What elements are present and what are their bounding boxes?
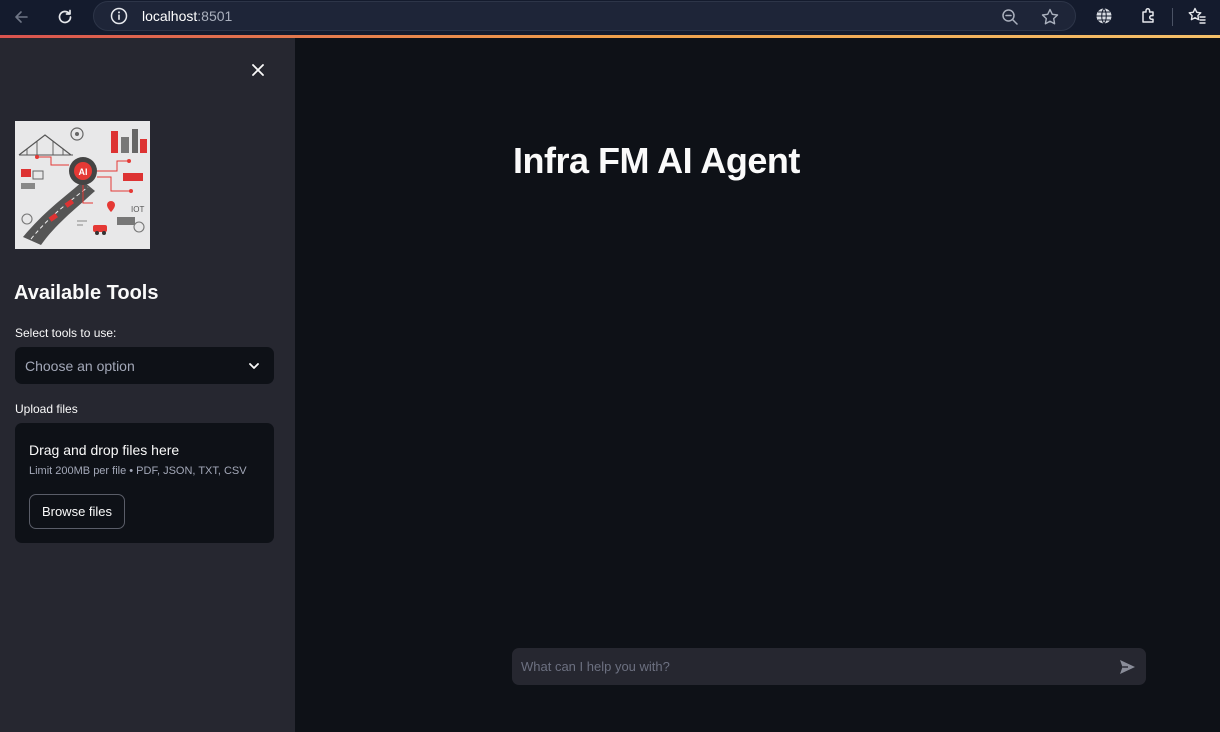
favorites-icon[interactable] [1187, 6, 1207, 26]
back-arrow-icon [15, 11, 28, 23]
upload-label: Upload files [15, 402, 78, 416]
extensions-icon[interactable] [1138, 6, 1158, 26]
reload-button[interactable] [51, 4, 79, 30]
app-logo: AI IOT [15, 121, 150, 249]
tools-select-label: Select tools to use: [15, 326, 117, 340]
close-sidebar-icon[interactable] [248, 60, 268, 80]
reload-icon [58, 9, 72, 24]
tools-select-placeholder: Choose an option [25, 357, 135, 374]
star-icon[interactable] [1040, 7, 1060, 27]
zoom-out-icon[interactable] [1000, 7, 1020, 27]
logo-ai-text: AI [79, 167, 88, 177]
dropzone-title: Drag and drop files here [29, 442, 180, 458]
toolbar-separator [1172, 8, 1173, 26]
logo-iot-text: IOT [131, 205, 144, 214]
file-dropzone[interactable]: Drag and drop files here Limit 200MB per… [15, 423, 274, 543]
back-button[interactable] [7, 4, 35, 30]
tools-select[interactable]: Choose an option [15, 347, 274, 384]
info-icon[interactable] [110, 7, 128, 25]
page-title: Infra FM AI Agent [513, 140, 800, 181]
sidebar: AI IOT Available Tools Select tools to u… [0, 38, 295, 732]
chat-input-container [512, 648, 1146, 685]
url-text[interactable]: localhost:8501 [142, 8, 232, 24]
chat-input[interactable] [521, 659, 1117, 674]
browser-toolbar: localhost:8501 [0, 0, 1220, 35]
browse-files-button[interactable]: Browse files [29, 494, 125, 529]
address-bar[interactable]: localhost:8501 [93, 1, 1076, 31]
chevron-down-icon [249, 362, 259, 369]
dropzone-limits: Limit 200MB per file • PDF, JSON, TXT, C… [29, 465, 247, 477]
globe-icon[interactable] [1094, 6, 1114, 26]
send-icon[interactable] [1117, 657, 1137, 677]
sidebar-heading: Available Tools [14, 282, 159, 304]
